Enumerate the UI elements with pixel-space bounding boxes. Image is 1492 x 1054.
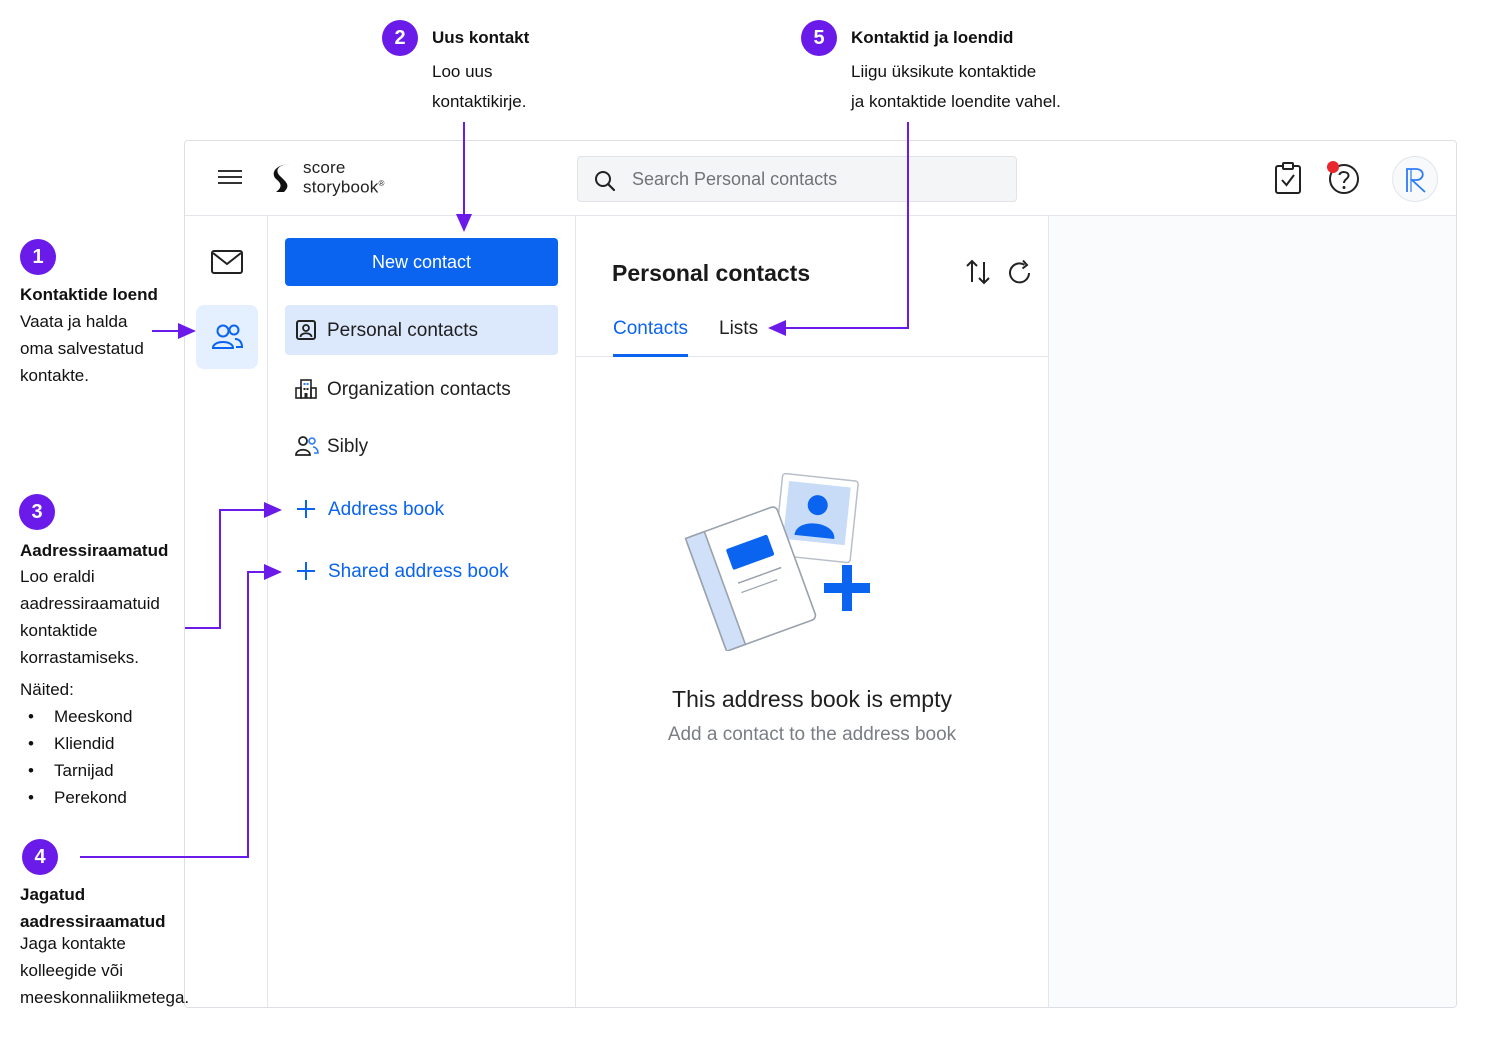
- annotation-line: aadressiraamatuid: [20, 594, 160, 613]
- annotation-5-text: Liigu üksikute kontaktide ja kontaktide …: [851, 57, 1061, 117]
- annotation-badge-3: 3: [19, 494, 55, 530]
- annotation-line: Loo uus: [432, 62, 493, 81]
- annotation-line: ja kontaktide loendite vahel.: [851, 92, 1061, 111]
- annotation-line: Jaga kontakte: [20, 934, 126, 953]
- annotation-4-text: Jaga kontakte kolleegide või meeskonnali…: [20, 930, 189, 1011]
- annotation-line: kolleegide või: [20, 961, 124, 980]
- annotation-3-examples-label: Näited:: [20, 680, 74, 699]
- annotation-badge-5: 5: [801, 20, 837, 56]
- annotation-badge-2: 2: [382, 20, 418, 56]
- annotation-2-text: Loo uus kontaktikirje.: [432, 57, 526, 117]
- annotation-line: meeskonnaliikmetega.: [20, 988, 190, 1007]
- list-item: Perekond: [20, 784, 132, 811]
- annotation-1-text: Vaata ja halda oma salvestatud kontakte.: [20, 308, 144, 389]
- annotation-line: kontaktikirje.: [432, 92, 527, 111]
- annotation-5-title: Kontaktid ja loendid: [851, 28, 1014, 47]
- annotation-line: Vaata ja halda: [20, 312, 128, 331]
- annotation-connectors: [80, 122, 909, 858]
- annotation-title-line: Jagatud: [20, 885, 86, 904]
- annotation-1-title: Kontaktide loend: [20, 285, 158, 304]
- annotation-line: korrastamiseks.: [20, 648, 140, 667]
- annotation-badge-4: 4: [22, 839, 58, 875]
- annotation-3-examples: Meeskond Kliendid Tarnijad Perekond: [20, 703, 132, 811]
- annotation-line: kontaktide: [20, 621, 98, 640]
- annotation-line: Liigu üksikute kontaktide: [851, 62, 1037, 81]
- list-item: Tarnijad: [20, 757, 132, 784]
- annotation-line: Loo eraldi: [20, 567, 95, 586]
- annotation-badge-1: 1: [20, 239, 56, 275]
- list-item: Kliendid: [20, 730, 132, 757]
- annotation-2-title: Uus kontakt: [432, 28, 530, 47]
- annotation-3-text: Loo eraldi aadressiraamatuid kontaktide …: [20, 563, 160, 671]
- annotation-line: oma salvestatud: [20, 339, 144, 358]
- annotation-4-title: Jagatud aadressiraamatud: [20, 881, 166, 935]
- annotation-3-title: Aadressiraamatud: [20, 541, 169, 560]
- list-item: Meeskond: [20, 703, 132, 730]
- connector-5: [768, 122, 909, 336]
- annotation-line: kontakte.: [20, 366, 89, 385]
- connector-3: [185, 502, 282, 629]
